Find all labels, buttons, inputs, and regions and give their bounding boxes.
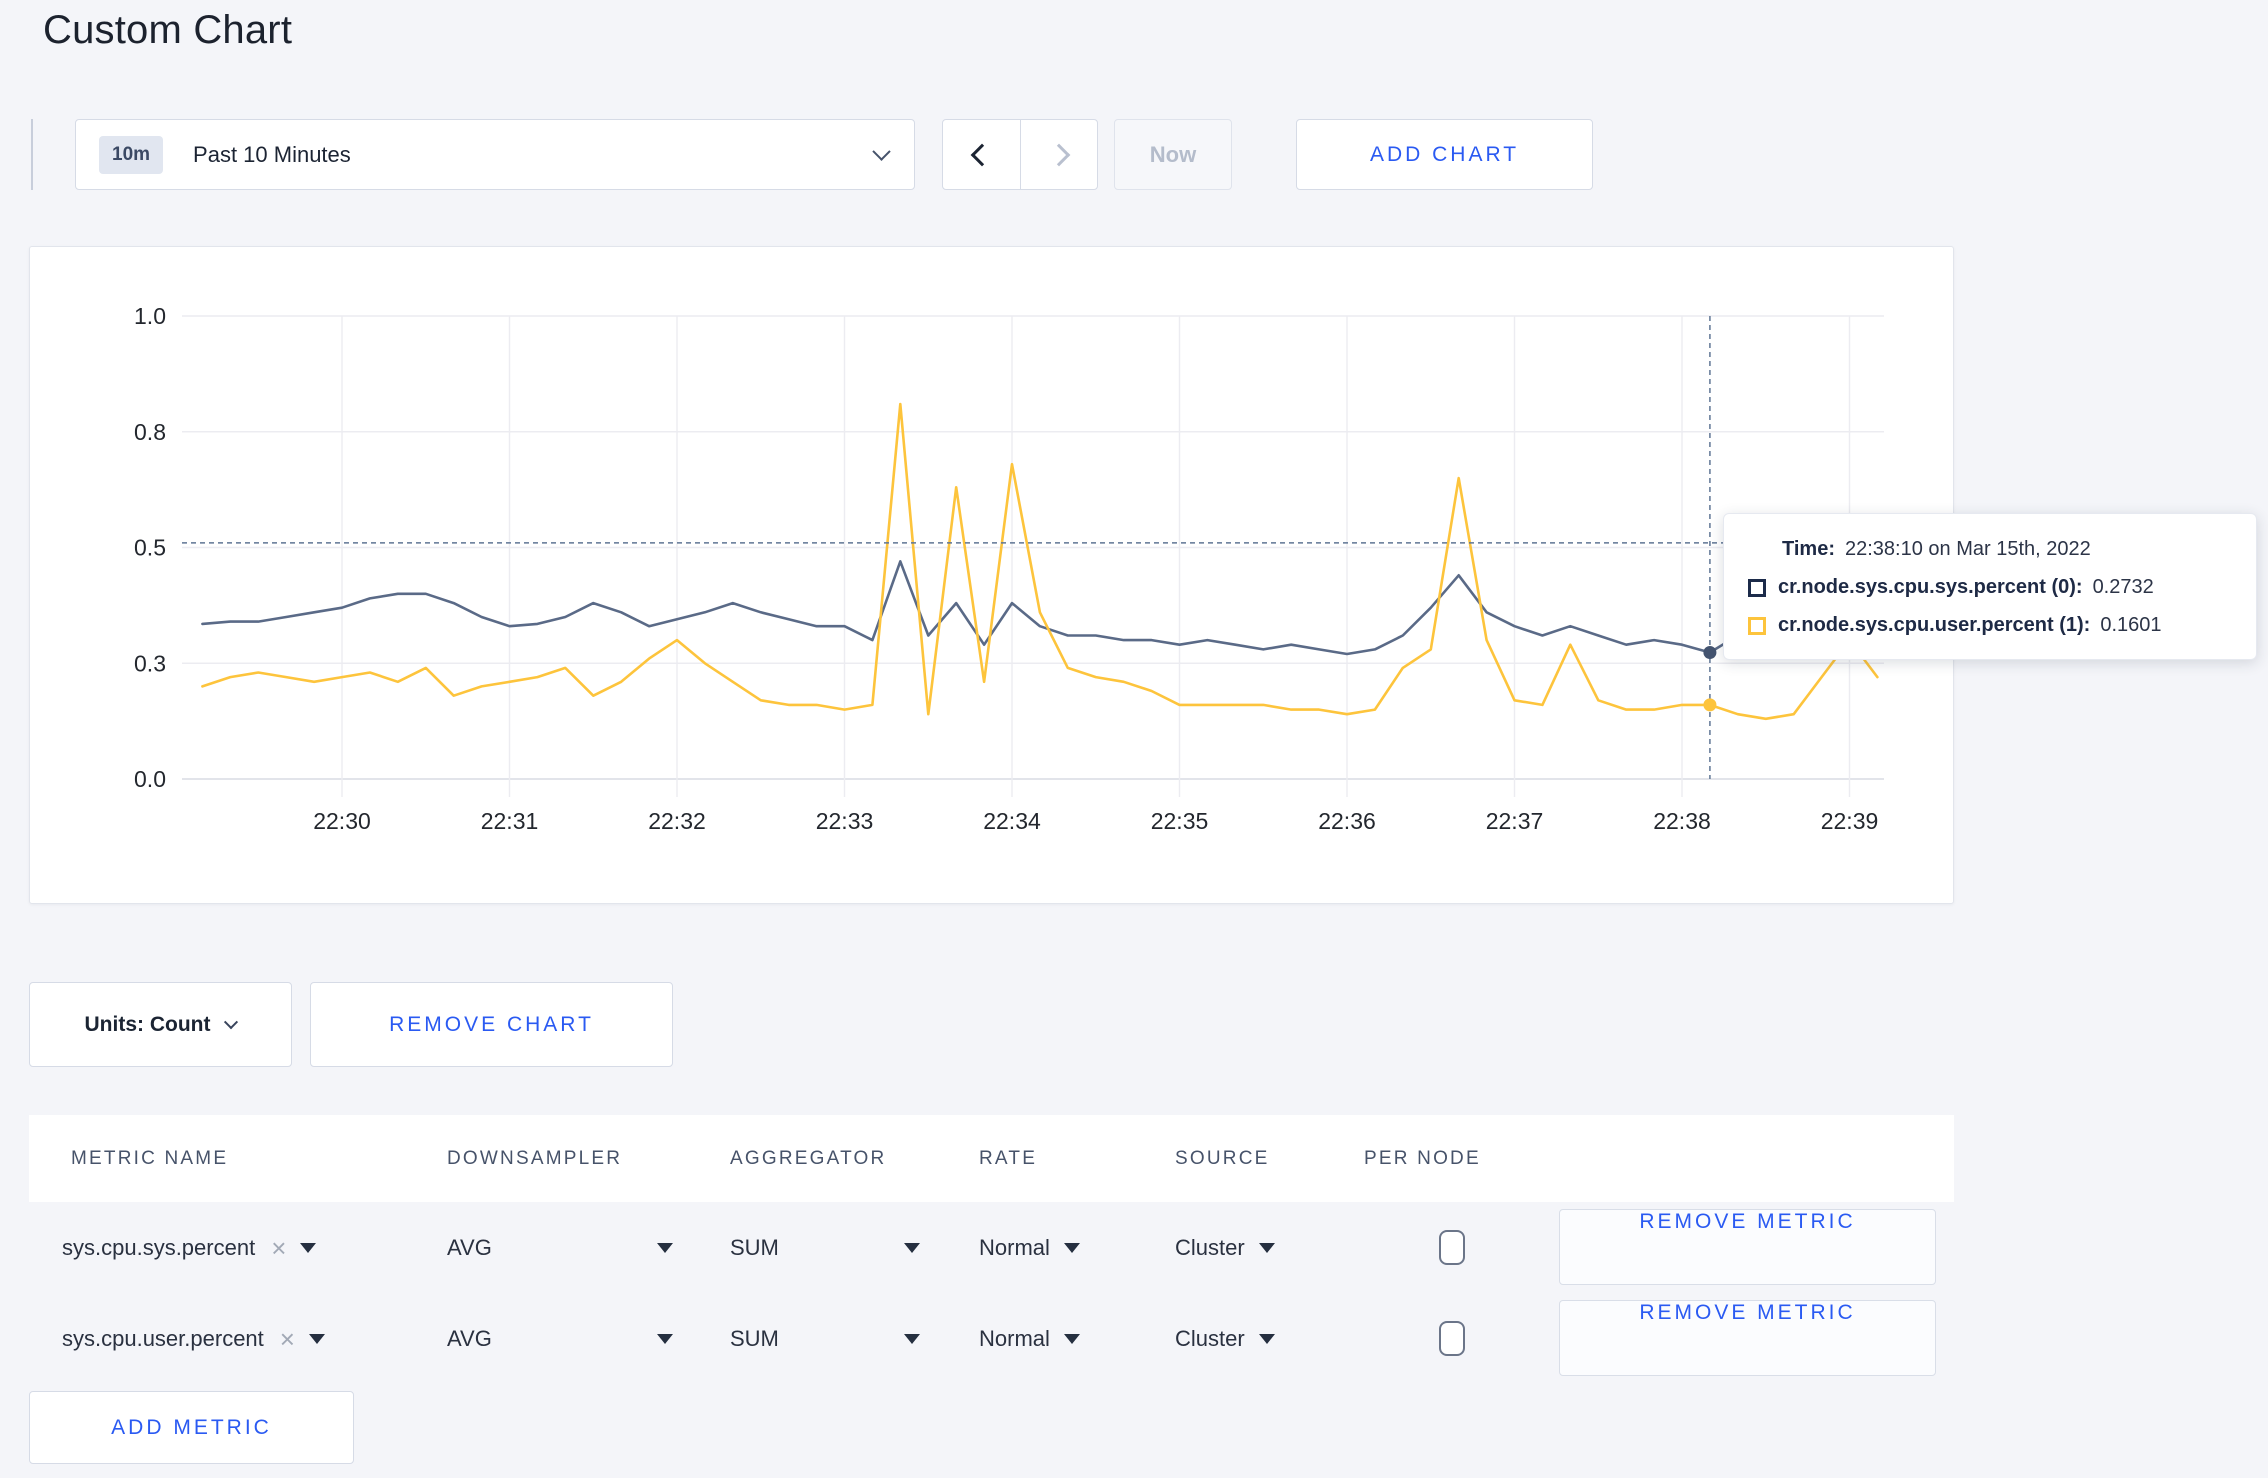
column-header-per-node: PER NODE bbox=[1364, 1148, 1481, 1169]
caret-down-icon bbox=[1063, 1242, 1080, 1253]
svg-text:1.0: 1.0 bbox=[134, 303, 166, 329]
next-range-button[interactable] bbox=[1020, 120, 1097, 189]
column-header-aggregator: AGGREGATOR bbox=[730, 1148, 887, 1169]
clear-metric-icon[interactable]: × bbox=[271, 1235, 286, 1261]
svg-text:22:33: 22:33 bbox=[816, 808, 874, 834]
caret-down-icon bbox=[1063, 1333, 1080, 1344]
chart-plot-area[interactable]: 1.0 0.8 0.5 0.3 0.0 22:30 22:31 22:32 22:33 22:34… bbox=[30, 247, 1955, 905]
page-title: Custom Chart bbox=[43, 8, 293, 52]
svg-text:22:31: 22:31 bbox=[481, 808, 539, 834]
svg-text:22:36: 22:36 bbox=[1318, 808, 1376, 834]
toolbar-divider bbox=[31, 119, 33, 190]
aggregator-select[interactable]: SUM bbox=[730, 1235, 920, 1261]
svg-text:0.0: 0.0 bbox=[134, 766, 166, 792]
metric-name: sys.cpu.sys.percent bbox=[62, 1234, 256, 1260]
svg-text:22:32: 22:32 bbox=[648, 808, 706, 834]
metrics-table-header: METRIC NAME DOWNSAMPLER AGGREGATOR RATE … bbox=[29, 1115, 1954, 1202]
svg-text:0.8: 0.8 bbox=[134, 419, 166, 445]
tooltip-series-value: 0.1601 bbox=[2100, 614, 2162, 636]
per-node-checkbox[interactable] bbox=[1439, 1321, 1465, 1356]
chevron-left-icon bbox=[970, 143, 993, 166]
time-range-badge: 10m bbox=[99, 135, 164, 174]
table-row: sys.cpu.sys.percent × AVG SUM Normal Clu… bbox=[29, 1202, 1954, 1293]
clear-metric-icon[interactable]: × bbox=[280, 1326, 295, 1352]
column-header-metric-name: METRIC NAME bbox=[71, 1148, 229, 1169]
tooltip-series-value: 0.2732 bbox=[2092, 576, 2154, 598]
svg-text:22:35: 22:35 bbox=[1151, 808, 1209, 834]
svg-text:22:39: 22:39 bbox=[1821, 808, 1879, 834]
now-button[interactable]: Now bbox=[1114, 119, 1232, 190]
caret-down-icon bbox=[904, 1242, 920, 1253]
rate-select[interactable]: Normal bbox=[979, 1235, 1080, 1261]
remove-chart-button[interactable]: REMOVE CHART bbox=[310, 982, 673, 1067]
add-chart-button[interactable]: ADD CHART bbox=[1296, 119, 1593, 190]
caret-down-icon bbox=[300, 1242, 317, 1253]
remove-metric-button[interactable]: REMOVE METRIC bbox=[1559, 1300, 1936, 1376]
metric-name-select[interactable]: sys.cpu.user.percent × bbox=[62, 1293, 440, 1384]
svg-text:0.5: 0.5 bbox=[134, 535, 166, 561]
units-label: Units: Count bbox=[84, 1012, 211, 1036]
downsampler-select[interactable]: AVG bbox=[447, 1326, 673, 1352]
units-dropdown[interactable]: Units: Count bbox=[29, 982, 292, 1067]
caret-down-icon bbox=[657, 1242, 673, 1253]
time-shift-button-group bbox=[942, 119, 1098, 190]
rate-select[interactable]: Normal bbox=[979, 1326, 1080, 1352]
per-node-checkbox[interactable] bbox=[1439, 1230, 1465, 1265]
caret-down-icon bbox=[657, 1333, 673, 1344]
time-range-dropdown[interactable]: 10m Past 10 Minutes bbox=[75, 119, 915, 190]
time-range-label: Past 10 Minutes bbox=[193, 141, 351, 167]
add-metric-button[interactable]: ADD METRIC bbox=[29, 1391, 354, 1464]
downsampler-select[interactable]: AVG bbox=[447, 1235, 673, 1261]
metric-name: sys.cpu.user.percent bbox=[62, 1325, 264, 1351]
svg-text:22:30: 22:30 bbox=[313, 808, 371, 834]
source-select[interactable]: Cluster bbox=[1175, 1326, 1275, 1352]
table-row: sys.cpu.user.percent × AVG SUM Normal Cl… bbox=[29, 1293, 1954, 1384]
caret-down-icon bbox=[904, 1333, 920, 1344]
svg-text:22:38: 22:38 bbox=[1653, 808, 1711, 834]
column-header-downsampler: DOWNSAMPLER bbox=[447, 1148, 623, 1169]
prev-range-button[interactable] bbox=[943, 120, 1020, 189]
svg-text:22:37: 22:37 bbox=[1486, 808, 1544, 834]
svg-text:0.3: 0.3 bbox=[134, 650, 166, 676]
source-select[interactable]: Cluster bbox=[1175, 1235, 1275, 1261]
column-header-source: SOURCE bbox=[1175, 1148, 1270, 1169]
caret-down-icon bbox=[308, 1333, 325, 1344]
caret-down-icon bbox=[1258, 1333, 1275, 1344]
chevron-down-icon bbox=[872, 142, 891, 161]
metric-name-select[interactable]: sys.cpu.sys.percent × bbox=[62, 1202, 440, 1293]
aggregator-select[interactable]: SUM bbox=[730, 1326, 920, 1352]
svg-text:22:34: 22:34 bbox=[983, 808, 1041, 834]
remove-metric-button[interactable]: REMOVE METRIC bbox=[1559, 1209, 1936, 1285]
chart-card: 1.0 0.8 0.5 0.3 0.0 22:30 22:31 22:32 22:33 22:34… bbox=[29, 246, 1954, 904]
caret-down-icon bbox=[1258, 1242, 1275, 1253]
column-header-rate: RATE bbox=[979, 1148, 1038, 1169]
chevron-right-icon bbox=[1047, 143, 1071, 166]
chevron-down-icon bbox=[224, 1014, 239, 1029]
